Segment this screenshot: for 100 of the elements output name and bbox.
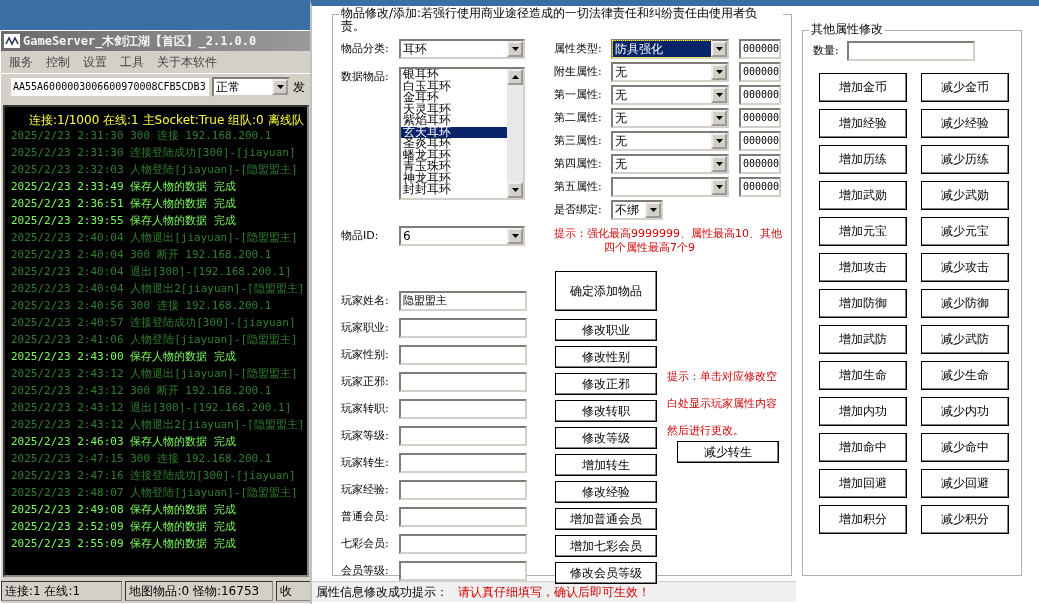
action-button[interactable]: 增加防御 [819, 289, 907, 318]
text-field[interactable]: 隐盟盟主 [399, 291, 527, 311]
menu-item[interactable]: 关于本软件 [157, 54, 217, 70]
action-button[interactable]: 修改会员等级 [555, 562, 657, 584]
action-button[interactable]: 减少历练 [921, 145, 1009, 174]
action-button[interactable]: 减少金币 [921, 73, 1009, 102]
dropdown-arrow-icon[interactable] [715, 93, 723, 97]
list-item[interactable]: 青玉珠环 [401, 161, 507, 173]
dropdown-arrow-icon[interactable] [511, 234, 519, 238]
list-item[interactable]: 金耳环 [401, 92, 507, 104]
action-button[interactable]: 增加积分 [819, 505, 907, 534]
dropdown-arrow-icon[interactable] [715, 162, 723, 166]
action-button[interactable]: 减少命中 [921, 433, 1009, 462]
action-button[interactable]: 减少转生 [677, 441, 779, 463]
action-button[interactable]: 增加攻击 [819, 253, 907, 282]
dropdown-arrow-icon[interactable] [649, 208, 657, 212]
dropdown[interactable]: 防具强化 [611, 39, 729, 59]
value-field[interactable]: 000000 [739, 39, 781, 59]
list-item[interactable]: 白玉耳环 [401, 80, 507, 92]
action-button[interactable]: 减少回避 [921, 469, 1009, 498]
action-button[interactable]: 增加武勋 [819, 181, 907, 210]
list-item[interactable]: 银耳环 [401, 69, 507, 81]
dropdown-arrow-icon[interactable] [276, 85, 284, 89]
dropdown[interactable] [611, 177, 729, 197]
dropdown-arrow-icon[interactable] [715, 116, 723, 120]
list-item[interactable]: 封封耳环 [401, 184, 507, 196]
dropdown[interactable]: 不绑 [611, 200, 663, 220]
action-button[interactable]: 减少元宝 [921, 217, 1009, 246]
list-item[interactable]: 圣炎耳环 [401, 138, 507, 150]
value-field[interactable]: 000000 [739, 177, 781, 197]
action-button[interactable]: 增加回避 [819, 469, 907, 498]
text-field[interactable] [399, 534, 527, 554]
dropdown-arrow-icon[interactable] [715, 70, 723, 74]
action-button[interactable]: 减少防御 [921, 289, 1009, 318]
text-field[interactable] [847, 41, 975, 61]
command-field[interactable]: AA55A6000003006600970008CFB5CDB3 [11, 78, 209, 96]
dropdown-arrow-icon[interactable] [715, 185, 723, 189]
action-button[interactable]: 修改等级 [555, 427, 657, 449]
dropdown-arrow-icon[interactable] [715, 139, 723, 143]
dropdown-arrow-icon[interactable] [511, 47, 519, 51]
dropdown[interactable]: 无 [611, 85, 729, 105]
value-field[interactable]: 000000 [739, 108, 781, 128]
action-button[interactable]: 减少攻击 [921, 253, 1009, 282]
dropdown[interactable]: 无 [611, 131, 729, 151]
action-button[interactable]: 减少生命 [921, 361, 1009, 390]
value-field[interactable]: 000000 [739, 62, 781, 82]
action-button[interactable]: 减少武勋 [921, 181, 1009, 210]
menu-item[interactable]: 设置 [83, 54, 107, 70]
action-button[interactable]: 修改职业 [555, 319, 657, 341]
dropdown[interactable]: 无 [611, 154, 729, 174]
list-item[interactable]: 蟠龙耳环 [401, 149, 507, 161]
value-field[interactable]: 000000 [739, 131, 781, 151]
action-button[interactable]: 增加七彩会员 [555, 535, 657, 557]
text-field[interactable] [399, 318, 527, 338]
scroll-up-icon[interactable] [507, 69, 523, 85]
field-label: 物品分类: [341, 41, 390, 57]
send-button[interactable]: 发 [293, 78, 305, 96]
action-button[interactable]: 修改性别 [555, 346, 657, 368]
text-field[interactable] [399, 453, 527, 473]
action-button[interactable]: 增加元宝 [819, 217, 907, 246]
action-button[interactable]: 增加历练 [819, 145, 907, 174]
text-field[interactable] [399, 561, 527, 581]
action-button[interactable]: 减少武防 [921, 325, 1009, 354]
menu-item[interactable]: 服务 [9, 54, 33, 70]
action-button[interactable]: 增加命中 [819, 433, 907, 462]
action-button[interactable]: 修改经验 [555, 481, 657, 503]
list-item[interactable]: 天灵耳环 [401, 103, 507, 115]
action-button[interactable]: 增加武防 [819, 325, 907, 354]
hint-text: 提示：强化最高9999999、属性最高10、其他 四个属性最高7个9 [554, 227, 782, 255]
action-button[interactable]: 修改正邪 [555, 373, 657, 395]
dropdown[interactable]: 无 [611, 108, 729, 128]
menu-item[interactable]: 控制 [46, 54, 70, 70]
action-button[interactable]: 减少内功 [921, 397, 1009, 426]
dropdown[interactable]: 无 [611, 62, 729, 82]
list-item[interactable]: 神龙耳环 [401, 172, 507, 184]
text-field[interactable] [399, 480, 527, 500]
action-button[interactable]: 增加经验 [819, 109, 907, 138]
value-field[interactable]: 000000 [739, 154, 781, 174]
scroll-down-icon[interactable] [507, 182, 523, 198]
action-button[interactable]: 修改转职 [555, 400, 657, 422]
menu-item[interactable]: 工具 [120, 54, 144, 70]
dropdown-arrow-icon[interactable] [715, 47, 723, 51]
action-button[interactable]: 增加转生 [555, 454, 657, 476]
value-field[interactable]: 000000 [739, 85, 781, 105]
action-button[interactable]: 减少积分 [921, 505, 1009, 534]
text-field[interactable] [399, 372, 527, 392]
text-field[interactable] [399, 399, 527, 419]
action-button[interactable]: 增加生命 [819, 361, 907, 390]
action-button[interactable]: 确定添加物品 [555, 271, 657, 311]
dropdown[interactable]: 耳环 [399, 39, 525, 59]
dropdown[interactable]: 6 [399, 226, 525, 246]
action-button[interactable]: 减少经验 [921, 109, 1009, 138]
text-field[interactable] [399, 345, 527, 365]
list-item[interactable]: 紫焰耳环 [401, 115, 507, 127]
action-button[interactable]: 增加内功 [819, 397, 907, 426]
text-field[interactable] [399, 507, 527, 527]
action-button[interactable]: 增加普通会员 [555, 508, 657, 530]
dropdown[interactable]: 正常 [212, 77, 290, 97]
text-field[interactable] [399, 426, 527, 446]
action-button[interactable]: 增加金币 [819, 73, 907, 102]
